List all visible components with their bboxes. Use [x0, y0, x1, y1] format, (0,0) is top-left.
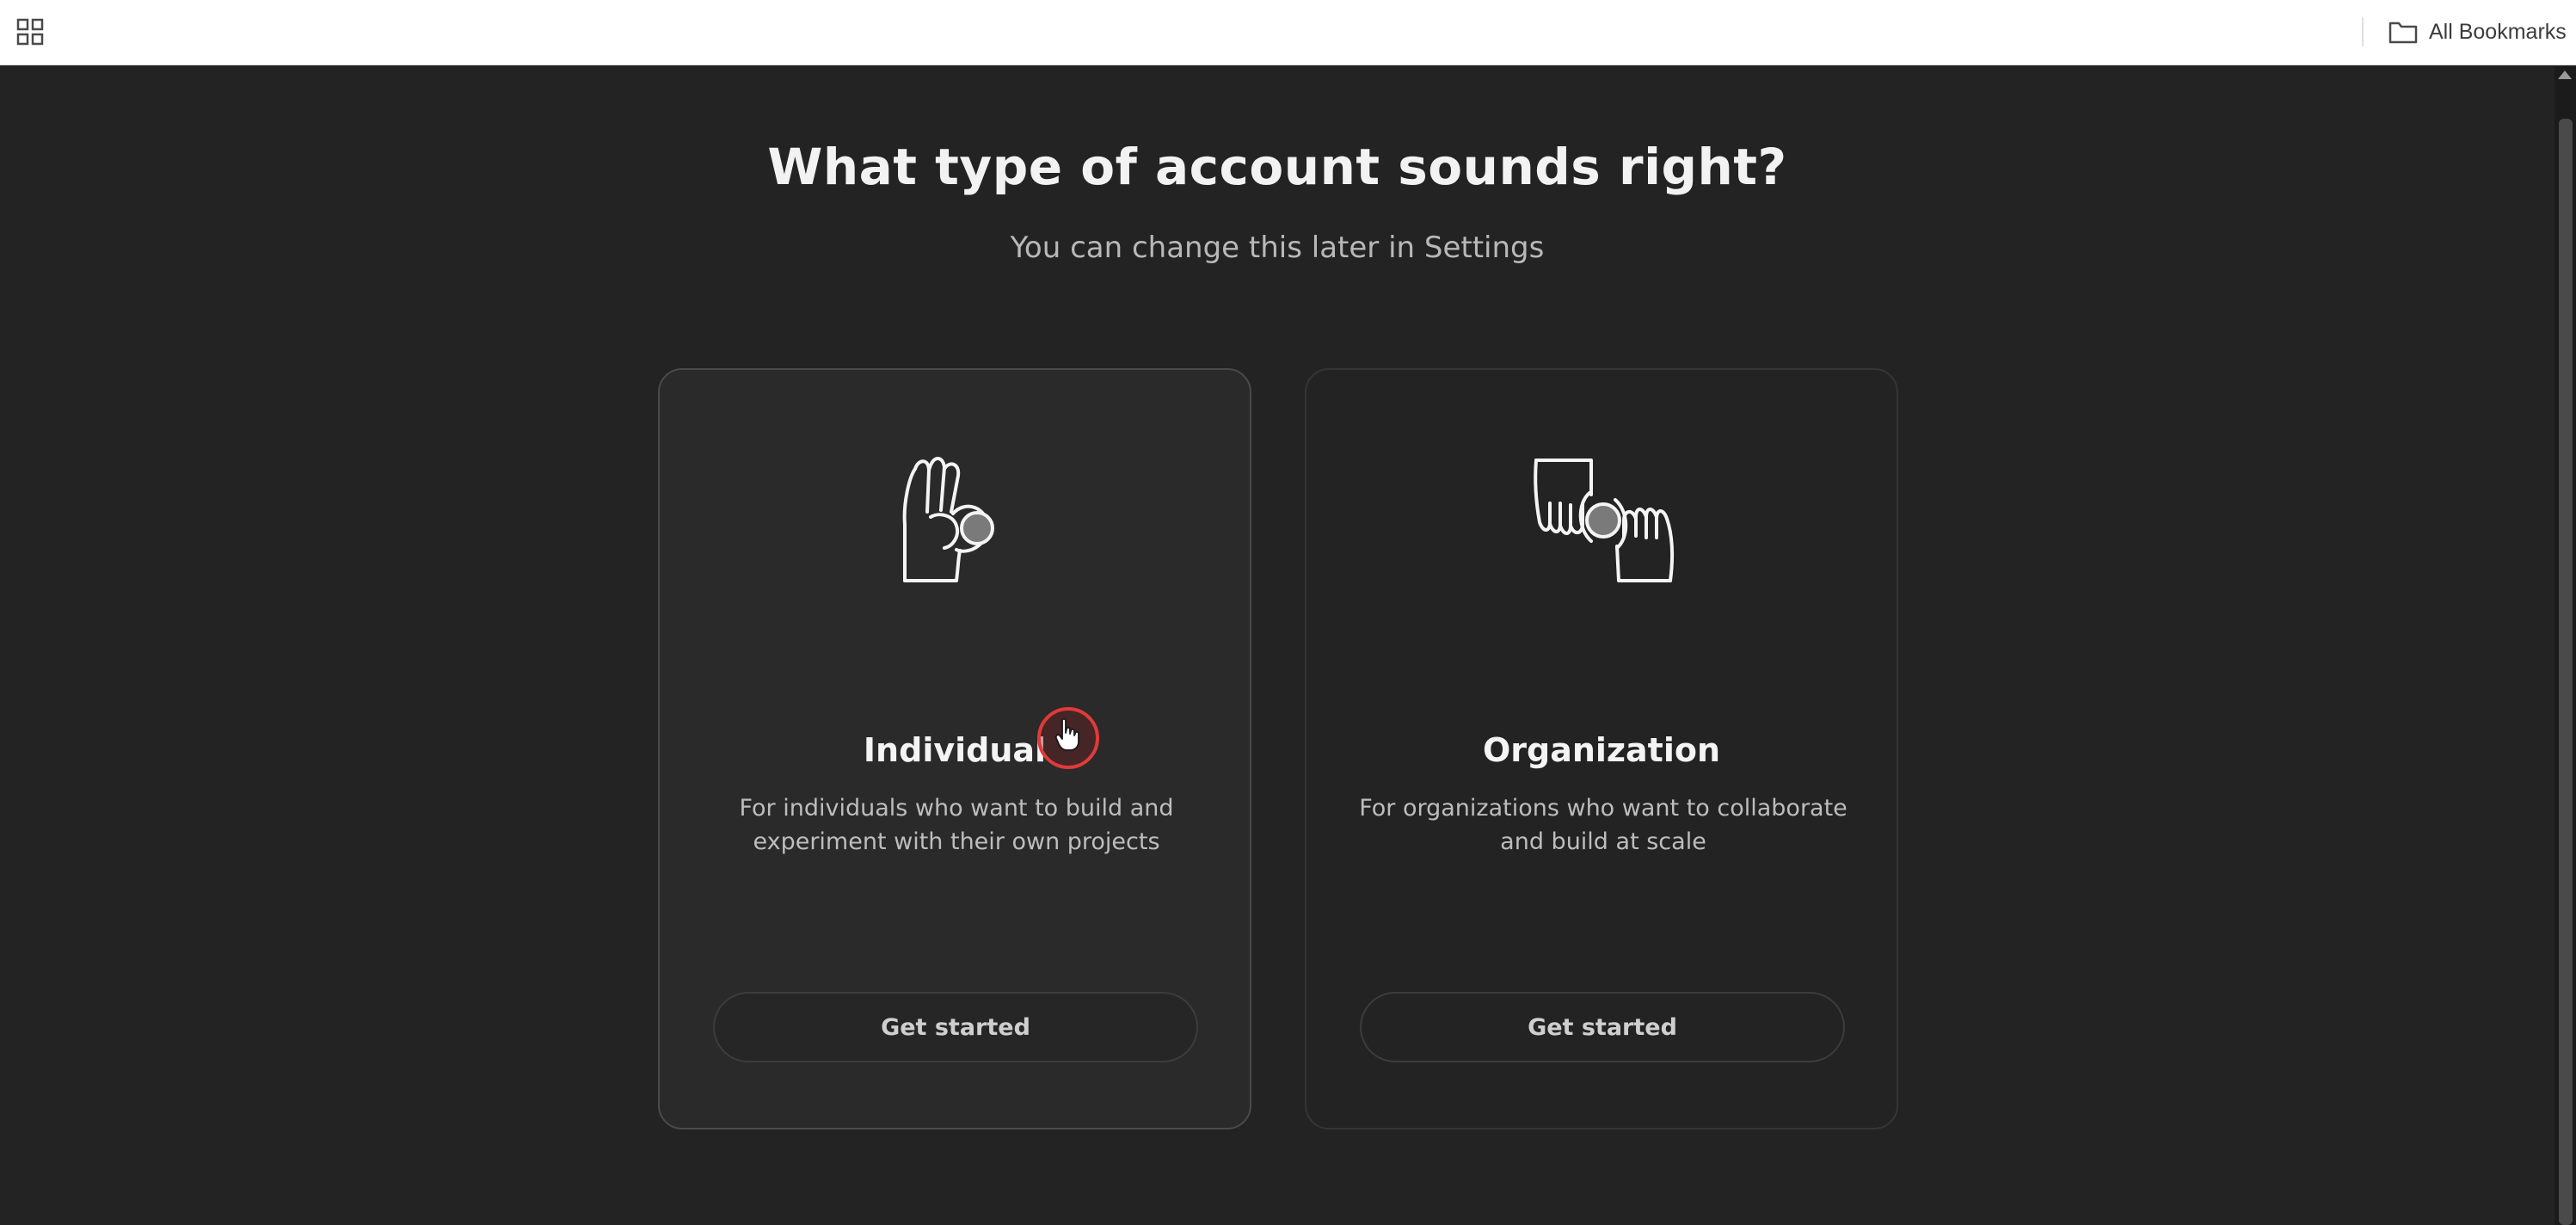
individual-title: Individual — [863, 731, 1047, 769]
individual-description: For individuals who want to build and ex… — [739, 795, 1174, 855]
scroll-up-arrow-icon[interactable] — [2558, 71, 2572, 79]
scroll-thumb[interactable] — [2559, 119, 2573, 1225]
page-title: What type of account sounds right? — [767, 138, 1787, 196]
folder-icon — [2388, 22, 2418, 44]
bookmarks-divider — [2362, 17, 2364, 46]
organization-account-card[interactable]: Organization For organizations who want … — [1305, 368, 1898, 1130]
hands-handoff-icon — [1534, 459, 1675, 582]
hand-ok-icon — [902, 457, 994, 582]
organization-get-started-button[interactable]: Get started — [1360, 992, 1845, 1062]
hand-pointer-cursor-icon — [1054, 717, 1079, 751]
all-bookmarks-button[interactable]: All Bookmarks — [2388, 15, 2567, 48]
individual-account-card[interactable]: Individual For individuals who want to b… — [658, 368, 1251, 1130]
organization-title: Organization — [1482, 731, 1721, 769]
page-subtitle: You can change this later in Settings — [1010, 231, 1545, 265]
all-bookmarks-label: All Bookmarks — [2429, 19, 2567, 44]
organization-description: For organizations who want to collaborat… — [1359, 795, 1847, 855]
bookmarks-bar: All Bookmarks — [0, 0, 2576, 65]
individual-get-started-button[interactable]: Get started — [713, 992, 1198, 1062]
apps-grid-icon[interactable] — [15, 17, 45, 46]
